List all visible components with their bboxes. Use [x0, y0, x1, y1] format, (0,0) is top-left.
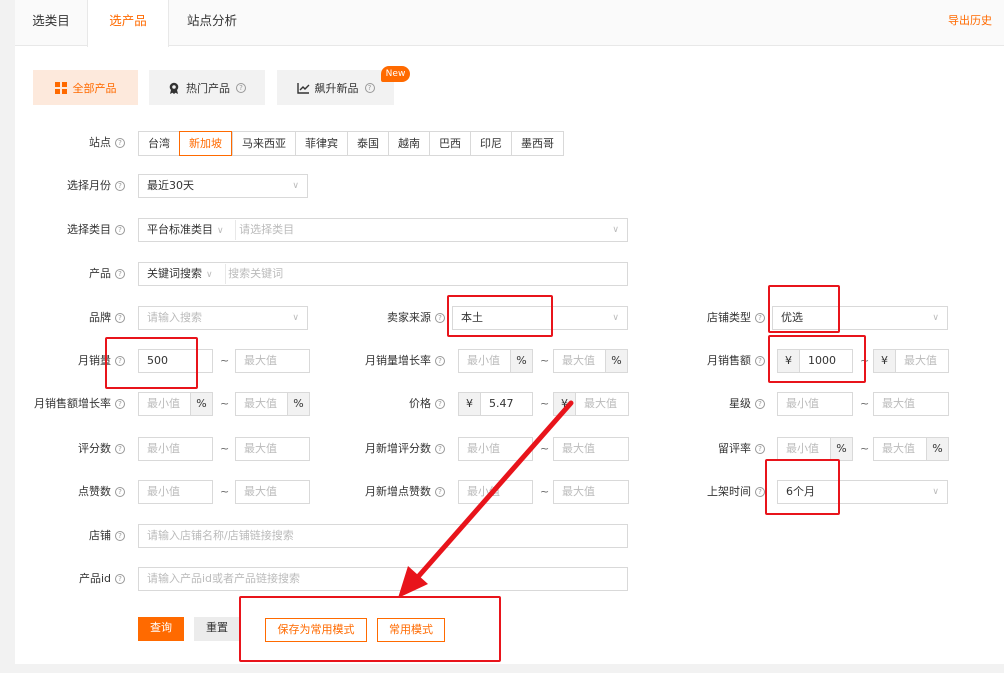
annotation-arrow — [398, 400, 574, 598]
main-card: 选类目 选产品 站点分析 导出历史 全部产品 热门产品 ? 飙升新品 ? New… — [15, 0, 1004, 664]
